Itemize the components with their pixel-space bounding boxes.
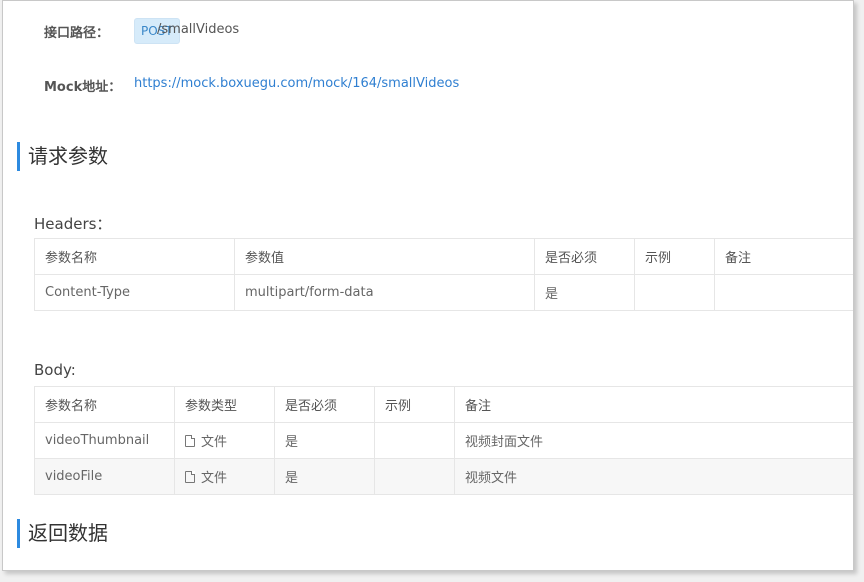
- param-name: videoThumbnail: [34, 422, 175, 459]
- param-example: [374, 458, 455, 495]
- param-required: 是: [274, 422, 375, 459]
- param-required: 是: [274, 458, 375, 495]
- column-header: 示例: [634, 238, 715, 275]
- api-path-row: 接口路径： POST /smallVideos: [3, 18, 853, 44]
- mock-url-link[interactable]: https://mock.boxuegu.com/mock/164/smallV…: [134, 76, 459, 91]
- mock-url-label: Mock地址：: [44, 80, 122, 95]
- response-data-title: 返回数据: [17, 519, 108, 548]
- column-header: 是否必须: [534, 238, 635, 275]
- param-name: videoFile: [34, 458, 175, 495]
- request-params-title: 请求参数: [17, 142, 108, 171]
- column-header: 参数名称: [34, 238, 235, 275]
- param-required: 是: [534, 274, 635, 311]
- param-type-label: 文件: [201, 435, 228, 450]
- body-table: 参数名称 参数类型 是否必须 示例 备注 videoThumbnail 文件 是…: [34, 386, 853, 495]
- column-header: 示例: [374, 386, 455, 423]
- param-example: [374, 422, 455, 459]
- column-header: 参数值: [234, 238, 535, 275]
- column-header: 参数类型: [174, 386, 275, 423]
- column-header: 参数名称: [34, 386, 175, 423]
- headers-table: 参数名称 参数值 是否必须 示例 备注 Content-Type multipa…: [34, 238, 853, 311]
- column-header: 是否必须: [274, 386, 375, 423]
- api-path-text: /smallVideos: [157, 22, 240, 37]
- body-title: Body:: [34, 361, 76, 379]
- headers-table-header: 参数名称 参数值 是否必须 示例 备注: [34, 238, 853, 275]
- param-type: 文件: [174, 458, 275, 495]
- param-type: 文件: [174, 422, 275, 459]
- param-example: [634, 274, 715, 311]
- column-header: 备注: [454, 386, 853, 423]
- headers-title: Headers：: [34, 215, 112, 233]
- param-name: Content-Type: [34, 274, 235, 311]
- api-path-label: 接口路径：: [44, 26, 110, 41]
- api-doc-panel: 接口路径： POST /smallVideos Mock地址： https://…: [2, 0, 854, 571]
- param-note: [714, 274, 853, 311]
- param-note: 视频封面文件: [454, 422, 853, 459]
- file-icon: [185, 471, 195, 483]
- table-row: videoThumbnail 文件 是 视频封面文件: [34, 422, 853, 459]
- table-row: Content-Type multipart/form-data 是: [34, 274, 853, 311]
- file-icon: [185, 435, 195, 447]
- param-type-label: 文件: [201, 471, 228, 486]
- mock-url-row: Mock地址： https://mock.boxuegu.com/mock/16…: [3, 73, 853, 95]
- param-note: 视频文件: [454, 458, 853, 495]
- table-row: videoFile 文件 是 视频文件: [34, 458, 853, 495]
- param-value: multipart/form-data: [234, 274, 535, 311]
- body-table-header: 参数名称 参数类型 是否必须 示例 备注: [34, 386, 853, 423]
- column-header: 备注: [714, 238, 853, 275]
